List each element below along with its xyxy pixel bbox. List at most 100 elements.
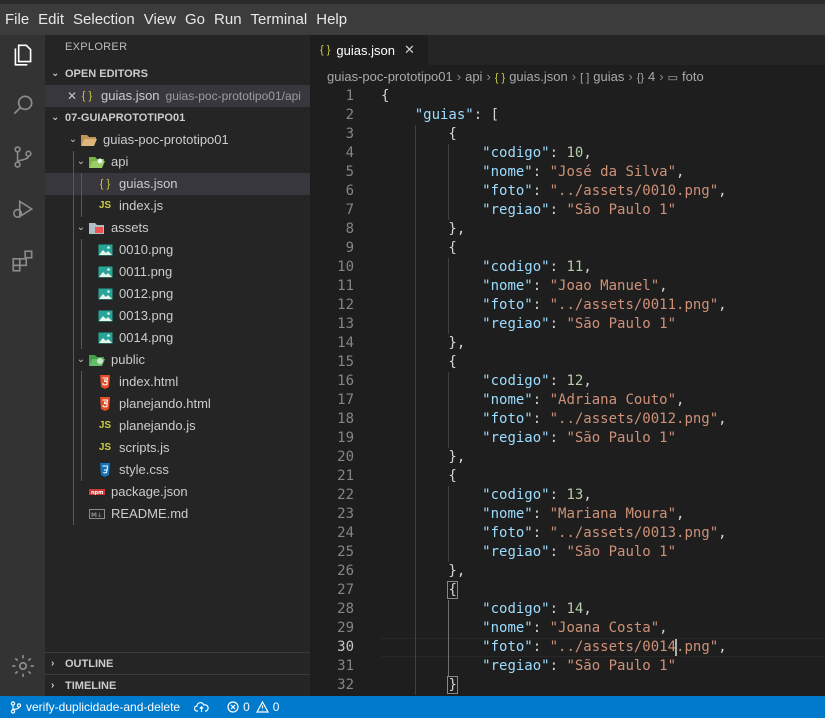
file-item[interactable]: 0010.png (45, 239, 310, 261)
chevron-right-icon: › (51, 679, 55, 691)
code-line[interactable]: 19 "regiao": "São Paulo 1" (310, 429, 825, 448)
code-line[interactable]: 11 "nome": "Joao Manuel", (310, 277, 825, 296)
line-number: 19 (337, 430, 354, 446)
file-item[interactable]: npm package.json (45, 481, 310, 503)
file-item[interactable]: { } guias.json (45, 173, 310, 195)
tree-item-label: guias.json (119, 176, 178, 191)
code-line[interactable]: 24 "foto": "../assets/0013.png", (310, 524, 825, 543)
breadcrumb-item[interactable]: {} 4 (637, 69, 656, 84)
file-item[interactable]: 0011.png (45, 261, 310, 283)
extensions-icon[interactable] (0, 241, 45, 281)
source-control-icon[interactable] (0, 137, 45, 177)
file-item[interactable]: JS index.js (45, 195, 310, 217)
menu-view[interactable]: View (141, 4, 182, 35)
outline-label: OUTLINE (65, 657, 114, 670)
code-line[interactable]: 6 "foto": "../assets/0010.png", (310, 182, 825, 201)
breadcrumb-item[interactable]: ▭ foto (668, 69, 704, 84)
outline-header[interactable]: › OUTLINE (45, 652, 310, 674)
close-icon[interactable]: ✕ (404, 42, 415, 58)
indent-guide (73, 173, 74, 195)
breadcrumb-item[interactable]: { } guias.json (495, 69, 568, 84)
menu-run[interactable]: Run (211, 4, 248, 35)
code-line[interactable]: 21 { (310, 467, 825, 486)
code-line[interactable]: 10 "codigo": 11, (310, 258, 825, 277)
explorer-icon[interactable] (0, 35, 45, 75)
folder-item[interactable]: ⌄ guias-poc-prototipo01 (45, 129, 310, 151)
code-line[interactable]: 7 "regiao": "São Paulo 1" (310, 201, 825, 220)
code-line[interactable]: 29 "nome": "Joana Costa", (310, 619, 825, 638)
code-text: { (381, 240, 457, 256)
code-line[interactable]: 23 "nome": "Mariana Moura", (310, 505, 825, 524)
code-line[interactable]: 31 "regiao": "São Paulo 1" (310, 657, 825, 676)
code-line[interactable]: 5 "nome": "José da Silva", (310, 163, 825, 182)
menu-bar: File Edit Selection View Go Run Terminal Help (0, 0, 825, 35)
code-line[interactable]: 13 "regiao": "São Paulo 1" (310, 315, 825, 334)
file-item[interactable]: JS scripts.js (45, 437, 310, 459)
menu-help[interactable]: Help (313, 4, 353, 35)
code-line[interactable]: 4 "codigo": 10, (310, 144, 825, 163)
code-line[interactable]: 9 { (310, 239, 825, 258)
folder-item[interactable]: ⌄ public (45, 349, 310, 371)
branch-indicator[interactable]: verify-duplicidade-and-delete (10, 700, 180, 714)
html-file-icon (97, 396, 113, 412)
code-line[interactable]: 12 "foto": "../assets/0011.png", (310, 296, 825, 315)
code-line[interactable]: 30 "foto": "../assets/0014.png", (310, 638, 825, 657)
folder-item[interactable]: ⌄ api (45, 151, 310, 173)
file-item[interactable]: 0014.png (45, 327, 310, 349)
code-line[interactable]: 25 "regiao": "São Paulo 1" (310, 543, 825, 562)
open-editors-header[interactable]: ⌄ OPEN EDITORS (45, 63, 310, 85)
menu-selection[interactable]: Selection (70, 4, 141, 35)
file-item[interactable]: 0013.png (45, 305, 310, 327)
menu-terminal[interactable]: Terminal (248, 4, 314, 35)
breadcrumb-item[interactable]: api (465, 69, 482, 84)
code-line[interactable]: 16 "codigo": 12, (310, 372, 825, 391)
code-line[interactable]: 17 "nome": "Adriana Couto", (310, 391, 825, 410)
folder-item[interactable]: ⌄ assets (45, 217, 310, 239)
run-debug-icon[interactable] (0, 189, 45, 229)
chevron-right-icon: › (628, 68, 633, 84)
timeline-header[interactable]: › TIMELINE (45, 674, 310, 696)
code-editor[interactable]: 1{2 "guias": [3 {4 "codigo": 10, 5 "nome"… (310, 87, 825, 696)
menu-edit[interactable]: Edit (35, 4, 70, 35)
code-line[interactable]: 28 "codigo": 14, (310, 600, 825, 619)
menu-go[interactable]: Go (182, 4, 211, 35)
code-line[interactable]: 3 { (310, 125, 825, 144)
chevron-right-icon: › (571, 68, 577, 84)
code-line[interactable]: 20 }, (310, 448, 825, 467)
code-line[interactable]: 14 }, (310, 334, 825, 353)
code-line[interactable]: 2 "guias": [ (310, 106, 825, 125)
breadcrumb-item[interactable]: [ ] guias (580, 69, 624, 84)
code-line[interactable]: 1{ (310, 87, 825, 106)
open-editor-item[interactable]: ✕{ } guias.json guias-poc-prototipo01/api (45, 85, 310, 107)
tree-item-label: 0012.png (119, 286, 174, 301)
file-item[interactable]: M↓ README.md (45, 503, 310, 525)
file-item[interactable]: 0012.png (45, 283, 310, 305)
breadcrumb-item[interactable]: guias-poc-prototipo01 (327, 69, 453, 84)
code-line[interactable]: 22 "codigo": 13, (310, 486, 825, 505)
code-line[interactable]: 26 }, (310, 562, 825, 581)
code-line[interactable]: 27 { (310, 581, 825, 600)
file-item[interactable]: JS planejando.js (45, 415, 310, 437)
tab-guias-json[interactable]: { } guias.json ✕ (310, 35, 428, 65)
manage-gear-icon[interactable] (0, 646, 45, 686)
file-item[interactable]: index.html (45, 371, 310, 393)
file-item[interactable]: planejando.html (45, 393, 310, 415)
code-line[interactable]: 8 }, (310, 220, 825, 239)
chevron-down-icon: ⌄ (51, 68, 60, 79)
file-item[interactable]: style.css (45, 459, 310, 481)
code-line[interactable]: 15 { (310, 353, 825, 372)
problems-indicator[interactable]: 0 0 (227, 700, 279, 714)
code-text: "foto": "../assets/0012.png", (482, 411, 727, 427)
code-line[interactable]: 18 "foto": "../assets/0012.png", (310, 410, 825, 429)
menu-file[interactable]: File (2, 4, 35, 35)
line-number: 3 (345, 126, 354, 142)
workspace-header[interactable]: ⌄ 07-GUIAPROTOTIPO01 (45, 107, 310, 129)
code-line[interactable]: 32 } (310, 676, 825, 695)
code-text: { (381, 468, 457, 484)
chevron-down-icon: ⌄ (76, 222, 86, 233)
sync-indicator[interactable] (194, 701, 213, 713)
close-icon[interactable]: ✕ (65, 85, 79, 107)
search-icon[interactable] (0, 85, 45, 125)
code-text: "foto": "../assets/0010.png", (482, 183, 727, 199)
workspace-label: 07-GUIAPROTOTIPO01 (65, 112, 186, 124)
